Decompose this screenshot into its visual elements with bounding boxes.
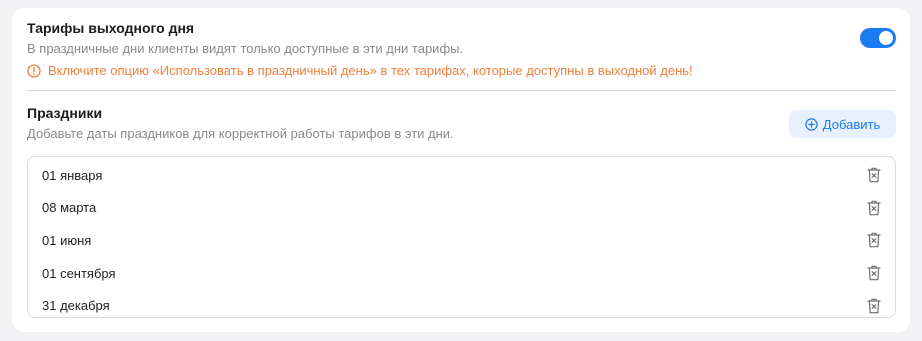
- trash-icon[interactable]: [866, 199, 882, 216]
- trash-icon[interactable]: [866, 167, 882, 184]
- toggle-knob: [879, 31, 893, 45]
- weekend-warning-text: Включите опцию «Использовать в праздничн…: [48, 63, 693, 78]
- holidays-list: 01 января 08 марта 01 июня 01 сентября 3…: [27, 156, 896, 318]
- trash-icon[interactable]: [866, 297, 882, 314]
- trash-icon[interactable]: [866, 232, 882, 249]
- add-holiday-label: Добавить: [822, 116, 881, 132]
- weekend-tariffs-toggle[interactable]: [860, 28, 896, 48]
- weekend-warning: Включите опцию «Использовать в праздничн…: [27, 63, 896, 79]
- trash-icon[interactable]: [866, 265, 882, 282]
- plus-circle-icon: [805, 117, 818, 131]
- list-item: 01 января: [28, 159, 895, 192]
- settings-card: Тарифы выходного дня В праздничные дни к…: [12, 8, 910, 332]
- weekend-tariffs-subtitle: В праздничные дни клиенты видят только д…: [27, 41, 464, 56]
- weekend-tariffs-title: Тарифы выходного дня: [27, 20, 195, 36]
- holiday-date: 31 декабря: [42, 298, 110, 314]
- holidays-section: Праздники Добавьте даты праздников для к…: [27, 91, 896, 156]
- list-item: 01 сентября: [28, 257, 895, 290]
- holidays-subtitle: Добавьте даты праздников для корректной …: [27, 126, 454, 141]
- warning-circle-icon: [27, 64, 41, 78]
- list-item: 01 июня: [28, 224, 895, 257]
- add-holiday-button[interactable]: Добавить: [789, 110, 896, 138]
- list-item: 08 марта: [28, 192, 895, 225]
- holiday-date: 01 сентября: [42, 265, 116, 281]
- holiday-date: 01 января: [42, 167, 103, 183]
- holiday-date: 01 июня: [42, 232, 92, 248]
- weekend-tariffs-section: Тарифы выходного дня В праздничные дни к…: [27, 20, 896, 90]
- list-item: 31 декабря: [28, 289, 895, 322]
- holidays-title: Праздники: [27, 105, 103, 121]
- holiday-date: 08 марта: [42, 200, 97, 216]
